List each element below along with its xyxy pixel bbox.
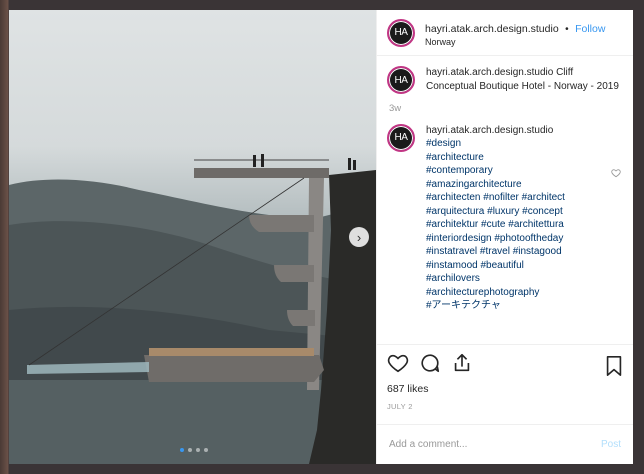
hashtag-line[interactable]: #architecture <box>426 151 565 165</box>
comment-username[interactable]: hayri.atak.arch.design.studio <box>426 124 565 138</box>
likes-count[interactable]: 687 likes <box>387 383 623 395</box>
author-username[interactable]: hayri.atak.arch.design.studio <box>425 23 559 35</box>
carousel-dot <box>180 448 184 452</box>
hashtag-line[interactable]: #design <box>426 137 565 151</box>
post-comment-button[interactable]: Post <box>601 439 621 450</box>
action-icons <box>387 353 623 377</box>
carousel-dot <box>204 448 208 452</box>
comment-bubble-icon[interactable] <box>419 352 451 379</box>
separator-dot: • <box>565 23 569 35</box>
carousel-dot <box>188 448 192 452</box>
hashtag-line[interactable]: #archilovers <box>426 272 565 286</box>
caption-avatar[interactable]: HA <box>387 66 415 94</box>
follow-button[interactable]: Follow <box>575 23 605 35</box>
caption-username[interactable]: hayri.atak.arch.design.studio <box>426 67 553 78</box>
hashtag-line[interactable]: #アーキテクチャ <box>426 299 565 313</box>
hashtag-line[interactable]: #architektur #cute #architettura <box>426 218 565 232</box>
heart-icon[interactable] <box>387 352 419 379</box>
author-avatar[interactable]: HA <box>387 18 415 47</box>
hashtag-list: #design #architecture #contemporary #ama… <box>426 137 565 313</box>
comment-input[interactable] <box>389 439 601 450</box>
carousel-indicator <box>180 448 208 452</box>
post-side-panel: HA hayri.atak.arch.design.studio • Follo… <box>376 10 633 464</box>
author-info: hayri.atak.arch.design.studio • Follow N… <box>425 18 605 48</box>
hashtag-line[interactable]: #amazingarchitecture <box>426 178 565 192</box>
hashtag-line[interactable]: #interiordesign #photooftheday <box>426 232 565 246</box>
add-comment-bar: Post <box>377 424 633 464</box>
comment: HA hayri.atak.arch.design.studio #design… <box>387 123 623 313</box>
location-link[interactable]: Norway <box>425 37 605 48</box>
post-photo: › <box>9 10 376 464</box>
comment-body: hayri.atak.arch.design.studio #design #a… <box>426 124 565 313</box>
post-date[interactable]: JULY 2 <box>387 402 623 411</box>
hashtag-line[interactable]: #architecturephotography <box>426 286 565 300</box>
share-icon[interactable] <box>451 352 483 379</box>
comments-section: HA hayri.atak.arch.design.studio Cliff C… <box>377 56 633 344</box>
caption-body: hayri.atak.arch.design.studio Cliff Conc… <box>426 66 623 93</box>
hashtag-line[interactable]: #arquitectura #luxury #concept <box>426 205 565 219</box>
carousel-dot <box>196 448 200 452</box>
bookmark-icon[interactable] <box>605 355 623 382</box>
hashtag-line[interactable]: #instatravel #travel #instagood <box>426 245 565 259</box>
comment-avatar[interactable]: HA <box>387 123 415 152</box>
caption-time[interactable]: 3w <box>387 104 623 114</box>
carousel-next-button[interactable]: › <box>349 227 369 247</box>
small-heart-icon[interactable] <box>611 168 621 181</box>
caption: HA hayri.atak.arch.design.studio Cliff C… <box>387 66 623 94</box>
hashtag-line[interactable]: #contemporary <box>426 164 565 178</box>
post-modal: › HA hayri.atak.arch.design.studio • Fol… <box>9 10 633 464</box>
cliff-hotel-image <box>9 154 376 464</box>
post-header: HA hayri.atak.arch.design.studio • Follo… <box>377 10 633 56</box>
post-actions: 687 likes JULY 2 Post <box>377 344 633 464</box>
hashtag-line[interactable]: #instamood #beautiful <box>426 259 565 273</box>
hashtag-line[interactable]: #architecten #nofilter #architect <box>426 191 565 205</box>
